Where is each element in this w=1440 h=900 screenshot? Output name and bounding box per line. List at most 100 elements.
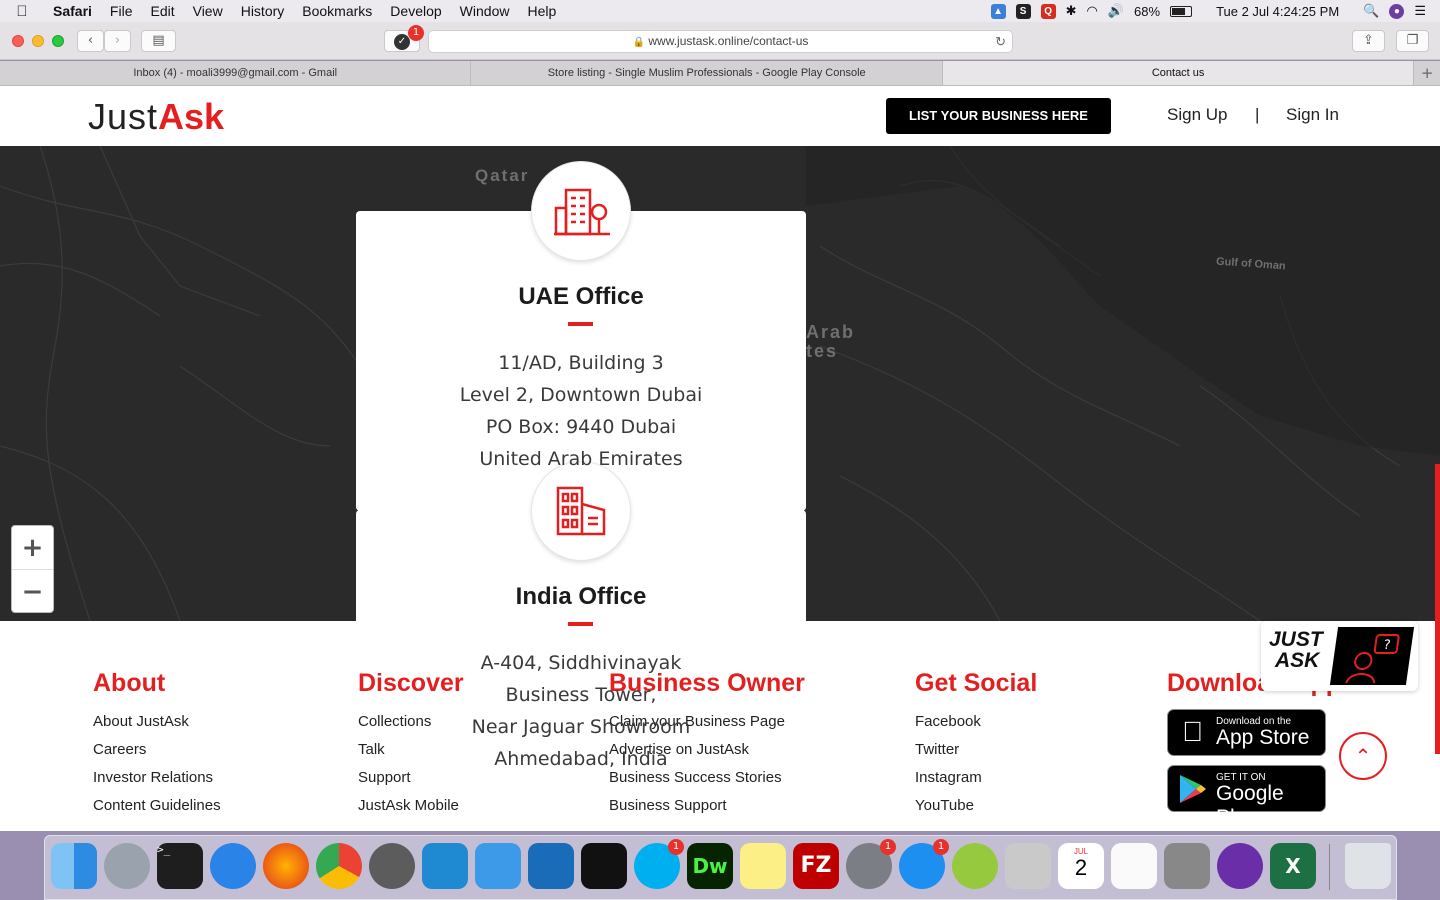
chrome-icon[interactable] [316,843,362,889]
india-address: A-404, Siddhivinayak Business Tower, Nea… [356,647,806,775]
tab-play-console[interactable]: Store listing - Single Muslim Profession… [471,61,943,85]
footer-link[interactable]: Twitter [915,740,1037,768]
footer-link[interactable]: Facebook [915,712,1037,740]
justask-logo[interactable]: JustAsk [88,96,224,138]
menu-history[interactable]: History [232,3,294,19]
spotlight-search-icon[interactable]: 🔍 [1363,3,1379,19]
scroll-to-top-button[interactable]: ⌃ [1339,732,1387,780]
safari-icon[interactable] [210,843,256,889]
system-preferences-icon[interactable]: 1 [846,839,896,889]
footer-link[interactable]: Content Guidelines [93,796,221,824]
firefox-icon[interactable] [263,843,309,889]
forward-button[interactable]: › [104,30,131,52]
logo-just: Just [88,96,159,137]
appstore-big-text: App Store [1216,726,1310,749]
extension-button[interactable]: ✓ 1 [384,25,424,52]
justask-chat-widget[interactable]: JUST ASK ? [1261,621,1418,691]
menu-safari[interactable]: Safari [44,3,101,19]
status-app-icon[interactable]: ▲ [990,3,1006,19]
signup-link[interactable]: Sign Up [1167,105,1227,125]
bluetooth-icon[interactable]: ✱ [1066,3,1077,19]
signin-link[interactable]: Sign In [1286,105,1339,125]
checkmark-icon: ✓ [394,34,410,50]
menu-edit[interactable]: Edit [141,3,183,19]
trash-icon[interactable] [1345,843,1391,889]
zoom-in-button[interactable]: + [12,526,53,570]
footer-link[interactable]: Instagram [915,768,1037,796]
wifi-icon[interactable]: ◠ [1087,3,1098,19]
url-text: www.justask.online/contact-us [648,34,809,48]
map-label-qatar: Qatar [475,166,530,185]
sequel-pro-icon[interactable] [369,843,415,889]
office-block-icon [556,486,606,536]
footer-link[interactable]: Business Support [609,796,805,824]
notification-center-icon[interactable]: ☰ [1414,3,1426,19]
menu-bookmarks[interactable]: Bookmarks [293,3,381,19]
apple-menu-icon[interactable]:  [0,3,44,20]
footer-link[interactable]: YouTube [915,796,1037,824]
map-label-arab: Arab [806,322,856,342]
activity-monitor-icon[interactable] [581,843,627,889]
macos-dock: >_ 1 Dw FZ 1 1 JUL 2 X [44,835,1397,900]
battery-percent[interactable]: 68% [1134,4,1160,19]
tab-contact-us[interactable]: Contact us [942,61,1415,85]
menu-file[interactable]: File [101,3,142,19]
new-tab-button[interactable]: + [1414,61,1440,85]
reload-icon[interactable]: ↻ [995,31,1006,52]
uae-address-line: PO Box: 9440 Dubai [485,416,677,438]
menu-help[interactable]: Help [518,3,565,19]
zoom-window-button[interactable] [52,35,64,47]
footer-link[interactable]: About JustAsk [93,712,221,740]
tab-gmail[interactable]: Inbox (4) - moali3999@gmail.com - Gmail [0,61,472,85]
apple-logo-icon:  [1182,716,1203,748]
svg-text:?: ? [1382,638,1391,653]
footer-link[interactable]: Careers [93,740,221,768]
list-business-button[interactable]: LIST YOUR BUSINESS HERE [886,98,1111,134]
skype-badge: 1 [668,839,684,855]
excel-icon[interactable]: X [1270,843,1316,889]
volume-icon[interactable]: 🔊 [1108,3,1124,19]
screenshot-icon[interactable] [1164,843,1210,889]
finder-icon[interactable] [51,843,97,889]
menu-develop[interactable]: Develop [381,3,450,19]
notes-icon[interactable] [740,843,786,889]
dreamweaver-icon[interactable]: Dw [687,843,733,889]
android-studio-icon[interactable] [952,843,998,889]
google-play-badge[interactable]: GET IT ON Google Play [1167,765,1326,829]
footer-social-title: Get Social [915,669,1038,697]
filezilla-icon[interactable]: FZ [793,843,839,889]
show-tabs-button[interactable]: ❐ [1396,30,1429,52]
close-window-button[interactable] [12,35,24,47]
reminders-icon[interactable] [1111,843,1157,889]
siri-icon[interactable]: ● [1389,3,1405,19]
clock[interactable]: Tue 2 Jul 4:24:25 PM [1216,4,1339,19]
app-store-badge[interactable]:  Download on the App Store [1167,709,1326,756]
back-button[interactable]: ‹ [77,30,104,52]
skype-status-icon[interactable]: S [1015,3,1031,19]
menu-window[interactable]: Window [451,3,519,19]
footer-link[interactable]: JustAsk Mobile [358,796,464,824]
logo-ask: Ask [158,96,225,137]
minimize-window-button[interactable] [32,35,44,47]
network-utility-icon[interactable] [475,843,521,889]
podcasts-icon[interactable] [1217,843,1263,889]
sidebar-toggle-button[interactable]: ▤ [141,30,176,52]
address-bar[interactable]: 🔒 www.justask.online/contact-us ↻ [428,30,1013,53]
share-button[interactable]: ⇪ [1352,30,1385,52]
red-app-status-icon[interactable]: Q [1040,3,1056,19]
xcode-icon[interactable] [528,843,574,889]
battery-icon[interactable] [1170,5,1193,17]
app-store-icon[interactable]: 1 [899,839,949,889]
vscode-icon[interactable] [422,843,468,889]
uae-title-underline [568,322,593,326]
calendar-icon[interactable]: JUL 2 [1058,843,1104,889]
tab-bar: Inbox (4) - moali3999@gmail.com - Gmail … [0,61,1440,86]
terminal-icon[interactable]: >_ [157,843,203,889]
zoom-out-button[interactable]: − [12,570,53,614]
widget-line-2: ASK [1275,649,1320,672]
calculator-icon[interactable] [1005,843,1051,889]
launchpad-icon[interactable] [104,843,150,889]
menu-view[interactable]: View [184,3,232,19]
footer-link[interactable]: Investor Relations [93,768,221,796]
skype-icon[interactable]: 1 [634,839,684,889]
